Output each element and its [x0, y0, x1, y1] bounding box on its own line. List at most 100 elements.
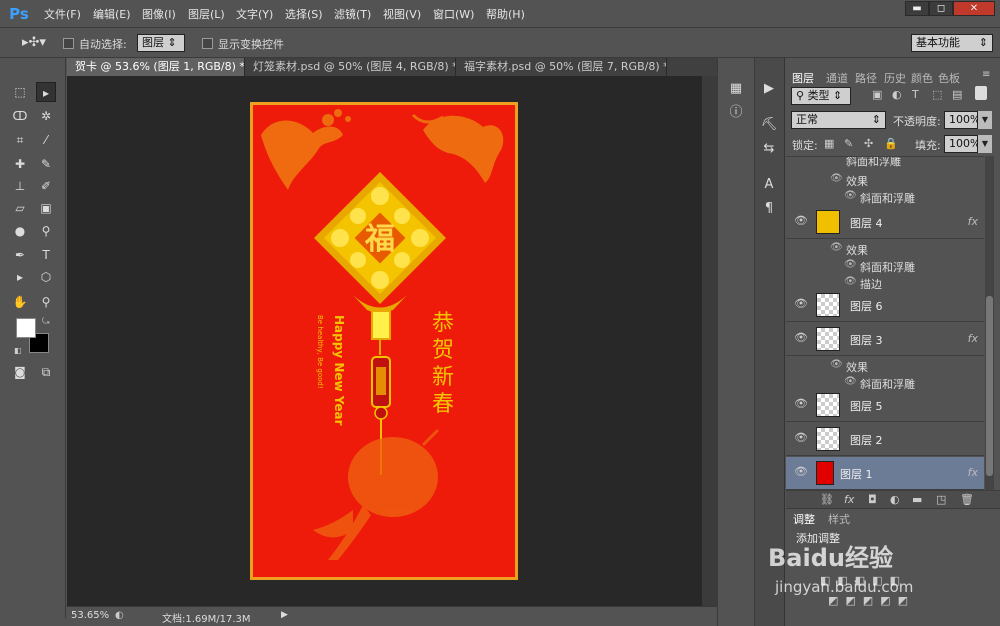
eye-icon[interactable]: 👁 — [844, 259, 857, 270]
eye-icon[interactable]: 👁 — [844, 190, 857, 201]
opacity-input[interactable]: 100% — [944, 111, 980, 129]
menu-help[interactable]: 帮助(H) — [486, 6, 525, 22]
eye-icon[interactable]: 👁 — [830, 242, 843, 253]
add-style-icon[interactable]: fx — [844, 493, 854, 506]
filter-toggle[interactable] — [975, 86, 987, 100]
tab-paths[interactable]: 路径 — [855, 70, 877, 86]
default-colors-icon[interactable]: ◧ — [14, 346, 22, 355]
eyedropper-icon[interactable]: ⁄ — [36, 130, 56, 150]
blur-tool-icon[interactable]: ● — [10, 221, 30, 241]
move-tool-icon[interactable]: ▸✣▾ — [22, 35, 46, 50]
menu-select[interactable]: 选择(S) — [285, 6, 323, 22]
eye-icon[interactable]: 👁 — [794, 465, 808, 479]
screen-mode-icon[interactable]: ⧉ — [36, 362, 56, 382]
new-adjustment-icon[interactable]: ◐ — [890, 493, 900, 506]
opacity-arrow-icon[interactable]: ▼ — [978, 111, 992, 129]
foreground-color-swatch[interactable] — [16, 318, 36, 338]
fx-icon[interactable]: fx — [968, 215, 978, 228]
maximize-button[interactable]: ◻ — [929, 1, 953, 16]
paragraph-icon[interactable]: ¶ — [757, 198, 781, 220]
layer-row-selected[interactable]: 👁 图层 1 fx — [786, 457, 984, 490]
menu-file[interactable]: 文件(F) — [44, 6, 81, 22]
eye-icon[interactable]: 👁 — [794, 331, 808, 345]
auto-select-dropdown[interactable]: 图层 ⇕ — [137, 34, 185, 52]
dodge-tool-icon[interactable]: ⚲ — [36, 221, 56, 241]
blend-mode-dropdown[interactable]: 正常 ⇕ — [791, 111, 886, 129]
filter-smart-icon[interactable]: ▤ — [952, 88, 962, 101]
show-transform-checkbox[interactable] — [202, 38, 213, 49]
hand-tool-icon[interactable]: ✋ — [10, 292, 30, 312]
filter-type-icon[interactable]: T — [912, 88, 919, 101]
filter-pixel-icon[interactable]: ▣ — [872, 88, 882, 101]
menu-edit[interactable]: 编辑(E) — [93, 6, 131, 22]
canvas-scrollbar[interactable] — [702, 76, 717, 606]
status-info-icon[interactable]: ◐ — [115, 610, 124, 621]
menu-layer[interactable]: 图层(L) — [188, 6, 225, 22]
marquee-tool-icon[interactable]: ⬚ — [10, 82, 30, 102]
shape-tool-icon[interactable]: ⬡ — [36, 267, 56, 287]
eye-icon[interactable]: 👁 — [830, 359, 843, 370]
fx-icon[interactable]: fx — [968, 466, 978, 479]
layer-row[interactable]: 👁 图层 3 fx — [786, 323, 984, 356]
play-actions-icon[interactable]: ▶ — [757, 78, 781, 100]
crop-tool-icon[interactable]: ⌗ — [10, 130, 30, 150]
info-icon[interactable]: ⓘ — [724, 102, 748, 124]
brush-presets-icon[interactable]: ⛏ — [757, 114, 781, 136]
layer-effect-row[interactable]: 👁 斜面和浮雕 — [786, 188, 984, 205]
fx-icon[interactable]: fx — [968, 332, 978, 345]
menu-filter[interactable]: 滤镜(T) — [334, 6, 371, 22]
eye-icon[interactable]: 👁 — [830, 173, 843, 184]
healing-brush-icon[interactable]: ✚ — [10, 154, 30, 174]
filter-adjust-icon[interactable]: ◐ — [892, 88, 902, 101]
filter-shape-icon[interactable]: ⬚ — [932, 88, 942, 101]
eye-icon[interactable]: 👁 — [844, 376, 857, 387]
scrollbar-thumb[interactable] — [986, 296, 993, 476]
tab-greeting-card[interactable]: 贺卡 @ 53.6% (图层 1, RGB/8) * — [67, 58, 245, 76]
move-tool-icon[interactable]: ▸ — [36, 82, 56, 102]
lock-transparent-icon[interactable]: ▦ — [824, 137, 834, 150]
quick-mask-icon[interactable]: ◙ — [10, 362, 30, 382]
close-button[interactable]: ✕ — [953, 1, 995, 16]
eye-icon[interactable]: 👁 — [844, 276, 857, 287]
menu-type[interactable]: 文字(Y) — [236, 6, 273, 22]
layer-effects-group[interactable]: 👁 效果 — [786, 240, 984, 257]
tab-styles[interactable]: 样式 — [828, 511, 850, 527]
magic-wand-icon[interactable]: ✲ — [36, 106, 56, 126]
workspace-dropdown[interactable]: 基本功能 ⇕ — [911, 34, 993, 52]
clone-stamp-icon[interactable]: ⊥ — [10, 176, 30, 196]
tab-layers[interactable]: 图层 — [792, 70, 814, 86]
auto-select-checkbox[interactable] — [63, 38, 74, 49]
add-mask-icon[interactable]: ◘ — [868, 493, 877, 506]
menu-image[interactable]: 图像(I) — [142, 6, 176, 22]
layers-list[interactable]: 斜面和浮雕 👁 效果 👁 斜面和浮雕 👁 图层 4 fx 👁 效果 👁 斜面和浮… — [786, 156, 984, 490]
new-layer-icon[interactable]: ◳ — [936, 493, 946, 506]
tab-color[interactable]: 颜色 — [911, 70, 933, 86]
zoom-tool-icon[interactable]: ⚲ — [36, 292, 56, 312]
menu-view[interactable]: 视图(V) — [383, 6, 421, 22]
tab-lantern[interactable]: 灯笼素材.psd @ 50% (图层 4, RGB/8) * — [245, 58, 456, 76]
greeting-card-canvas[interactable]: 福 Happy New Year Be healthy, Be good! 恭 … — [250, 102, 518, 580]
layer-row[interactable]: 👁 图层 6 — [786, 289, 984, 322]
minimize-button[interactable]: ▬ — [905, 1, 929, 16]
lock-pixels-icon[interactable]: ✎ — [844, 137, 853, 150]
lasso-tool-icon[interactable]: ↀ — [10, 106, 30, 126]
eraser-icon[interactable]: ▱ — [10, 198, 30, 218]
layers-scrollbar[interactable] — [985, 156, 994, 490]
brush-tool-icon[interactable]: ✎ — [36, 154, 56, 174]
menu-window[interactable]: 窗口(W) — [433, 6, 474, 22]
layer-effects-group[interactable]: 👁 效果 — [786, 357, 984, 374]
adjustment-icons-row-2[interactable]: ◩◩◩◩◩ — [828, 594, 938, 608]
history-brush-icon[interactable]: ✐ — [36, 176, 56, 196]
layer-row[interactable]: 👁 图层 2 — [786, 423, 984, 456]
layer-row[interactable]: 👁 图层 4 fx — [786, 206, 984, 239]
layer-effects-group[interactable]: 👁 效果 — [786, 171, 984, 188]
swap-colors-icon[interactable]: ⤿ — [42, 317, 50, 327]
gradient-tool-icon[interactable]: ▣ — [36, 198, 56, 218]
lock-position-icon[interactable]: ✣ — [864, 137, 873, 150]
tab-swatches[interactable]: 色板 — [938, 70, 960, 86]
eye-icon[interactable]: 👁 — [794, 431, 808, 445]
path-selection-icon[interactable]: ▸ — [10, 267, 30, 287]
layer-row[interactable]: 👁 图层 5 — [786, 389, 984, 422]
tab-channels[interactable]: 通道 — [826, 70, 848, 86]
type-tool-icon[interactable]: T — [36, 245, 56, 265]
